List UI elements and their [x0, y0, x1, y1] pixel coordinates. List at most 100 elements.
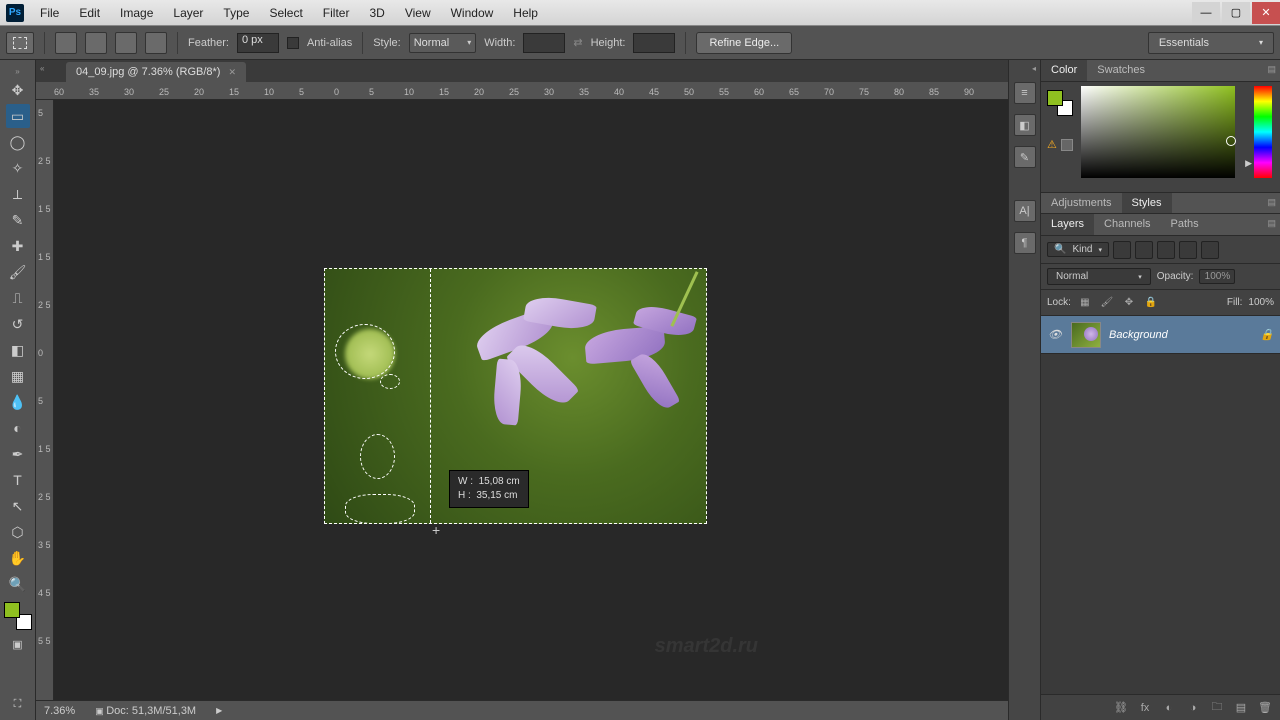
menu-window[interactable]: Window	[441, 2, 504, 24]
window-close-button[interactable]: ✕	[1252, 2, 1280, 24]
menu-view[interactable]: View	[395, 2, 441, 24]
zoom-level[interactable]: 7.36%	[44, 705, 75, 717]
filter-shape-icon[interactable]	[1179, 241, 1197, 259]
menu-file[interactable]: File	[30, 2, 69, 24]
antialias-checkbox[interactable]	[287, 37, 299, 49]
layer-name[interactable]: Background	[1109, 329, 1168, 341]
refine-edge-button[interactable]: Refine Edge...	[696, 32, 792, 54]
document-tab[interactable]: 04_09.jpg @ 7.36% (RGB/8*) ✕	[66, 62, 246, 82]
swap-wh-icon[interactable]: ⇄	[573, 36, 582, 49]
layer-visibility-icon[interactable]: 👁	[1047, 328, 1063, 341]
width-input[interactable]	[523, 33, 565, 53]
layer-lock-icon[interactable]: 🔒	[1260, 328, 1274, 341]
ruler-horizontal[interactable]: 6035302520151050510152025303540455055606…	[36, 82, 1008, 100]
magic-wand-tool-icon[interactable]: ✧	[6, 156, 30, 180]
gradient-tool-icon[interactable]: ▦	[6, 364, 30, 388]
panel-menu-icon[interactable]: ▤	[1267, 218, 1276, 229]
layers-empty-area[interactable]	[1041, 354, 1280, 694]
menu-select[interactable]: Select	[259, 2, 312, 24]
layer-mask-icon[interactable]: ◐	[1160, 699, 1178, 717]
workspace-select[interactable]: Essentials	[1148, 32, 1274, 54]
eyedropper-tool-icon[interactable]: ✎	[6, 208, 30, 232]
selection-add-icon[interactable]	[85, 32, 107, 54]
layer-thumbnail[interactable]	[1071, 322, 1101, 348]
tab-layers[interactable]: Layers	[1041, 214, 1094, 235]
selection-intersect-icon[interactable]	[145, 32, 167, 54]
lock-all-icon[interactable]: 🔒	[1143, 295, 1159, 311]
lasso-tool-icon[interactable]: ◯	[6, 130, 30, 154]
toolbox-collapse-icon[interactable]: »	[0, 66, 35, 76]
adjustment-layer-icon[interactable]: ◑	[1184, 699, 1202, 717]
brush-panel-icon[interactable]: ✎	[1014, 146, 1036, 168]
zoom-tool-icon[interactable]: 🔍	[6, 572, 30, 596]
panel-menu-icon[interactable]: ▤	[1267, 197, 1276, 208]
gamut-warning-icon[interactable]: ⚠	[1047, 138, 1073, 151]
dock-collapse-icon[interactable]: «	[40, 64, 44, 73]
layer-fx-icon[interactable]: fx	[1136, 699, 1154, 717]
tab-swatches[interactable]: Swatches	[1087, 60, 1155, 81]
foreground-background-colors[interactable]	[4, 602, 32, 630]
filter-pixel-icon[interactable]	[1113, 241, 1131, 259]
color-swatch-pair[interactable]	[1047, 90, 1073, 116]
type-tool-icon[interactable]: T	[6, 468, 30, 492]
menu-edit[interactable]: Edit	[69, 2, 110, 24]
quick-mask-icon[interactable]: ▣	[6, 632, 30, 656]
brush-tool-icon[interactable]: 🖌	[6, 260, 30, 284]
stamp-tool-icon[interactable]: ⎍	[6, 286, 30, 310]
pen-tool-icon[interactable]: ✒	[6, 442, 30, 466]
lock-position-icon[interactable]: ✥	[1121, 295, 1137, 311]
foreground-color-swatch[interactable]	[4, 602, 20, 618]
history-panel-icon[interactable]: ≡	[1014, 82, 1036, 104]
selection-new-icon[interactable]	[55, 32, 77, 54]
path-selection-tool-icon[interactable]: ↖	[6, 494, 30, 518]
move-tool-icon[interactable]: ✥	[6, 78, 30, 102]
opacity-input[interactable]: 100%	[1199, 269, 1235, 284]
layers-filter-select[interactable]: 🔍 Kind	[1047, 242, 1109, 257]
height-input[interactable]	[633, 33, 675, 53]
color-field[interactable]	[1081, 86, 1235, 178]
panel-menu-icon[interactable]: ▤	[1267, 64, 1276, 75]
tab-styles[interactable]: Styles	[1122, 193, 1172, 213]
marquee-tool-icon[interactable]: ▭	[6, 104, 30, 128]
close-tab-icon[interactable]: ✕	[228, 67, 236, 78]
healing-tool-icon[interactable]: ✚	[6, 234, 30, 258]
foreground-color-swatch[interactable]	[1047, 90, 1063, 106]
document-size[interactable]: ▣ Doc: 51,3M/51,3M	[95, 705, 196, 717]
status-menu-icon[interactable]: ▶	[216, 706, 222, 715]
blur-tool-icon[interactable]: 💧	[6, 390, 30, 414]
hue-slider[interactable]	[1254, 86, 1272, 178]
character-panel-icon[interactable]: A|	[1014, 200, 1036, 222]
canvas[interactable]: W : 15,08 cm H : 35,15 cm + smart2d.ru	[54, 100, 1008, 700]
menu-help[interactable]: Help	[503, 2, 548, 24]
screen-mode-icon[interactable]: ⛶	[6, 692, 30, 716]
link-layers-icon[interactable]: ⛓	[1112, 699, 1130, 717]
history-brush-tool-icon[interactable]: ↺	[6, 312, 30, 336]
dodge-tool-icon[interactable]: ◐	[6, 416, 30, 440]
eraser-tool-icon[interactable]: ◧	[6, 338, 30, 362]
selection-subtract-icon[interactable]	[115, 32, 137, 54]
feather-input[interactable]: 0 px	[237, 33, 279, 53]
menu-type[interactable]: Type	[213, 2, 259, 24]
blend-mode-select[interactable]: Normal	[1047, 268, 1151, 285]
delete-layer-icon[interactable]: 🗑	[1256, 699, 1274, 717]
new-layer-icon[interactable]: ▤	[1232, 699, 1250, 717]
filter-smart-icon[interactable]	[1201, 241, 1219, 259]
crop-tool-icon[interactable]: ⟂	[6, 182, 30, 206]
filter-type-icon[interactable]	[1157, 241, 1175, 259]
properties-panel-icon[interactable]: ◧	[1014, 114, 1036, 136]
window-minimize-button[interactable]: —	[1192, 2, 1220, 24]
tab-channels[interactable]: Channels	[1094, 214, 1160, 235]
lock-pixels-icon[interactable]: 🖌	[1099, 295, 1115, 311]
layer-group-icon[interactable]: 🗀	[1208, 699, 1226, 717]
paragraph-panel-icon[interactable]: ¶	[1014, 232, 1036, 254]
hand-tool-icon[interactable]: ✋	[6, 546, 30, 570]
fill-input[interactable]: 100%	[1248, 297, 1274, 308]
shape-tool-icon[interactable]: ⬡	[6, 520, 30, 544]
window-maximize-button[interactable]: ▢	[1222, 2, 1250, 24]
current-tool-icon[interactable]	[6, 32, 34, 54]
dock-expand-icon[interactable]: ◂	[1032, 64, 1036, 73]
layer-row[interactable]: 👁 Background 🔒	[1041, 316, 1280, 354]
tab-adjustments[interactable]: Adjustments	[1041, 193, 1122, 213]
tab-color[interactable]: Color	[1041, 60, 1087, 81]
menu-image[interactable]: Image	[110, 2, 163, 24]
